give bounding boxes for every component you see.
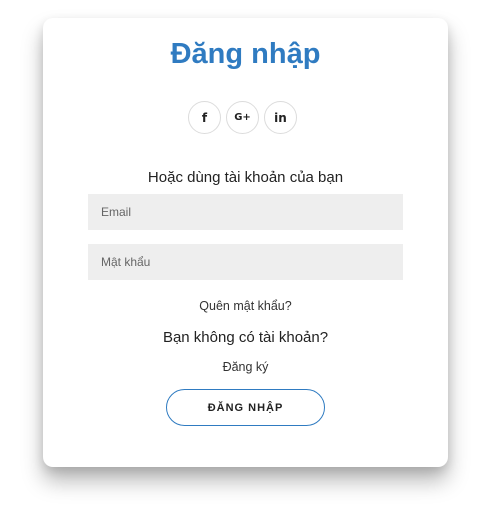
- social-login-group: f G+ in: [188, 101, 304, 135]
- google-plus-button[interactable]: G+: [226, 101, 259, 134]
- alternative-login-text: Hoặc dùng tài khoản của bạn: [147, 169, 344, 186]
- linkedin-icon: in: [274, 110, 287, 125]
- linkedin-button[interactable]: in: [264, 101, 297, 134]
- email-field[interactable]: [88, 194, 403, 230]
- google-plus-icon: G+: [234, 112, 251, 123]
- login-card: Đăng nhập f G+ in Hoặc dùng tài khoản củ…: [43, 18, 448, 467]
- facebook-icon: f: [201, 110, 208, 125]
- facebook-button[interactable]: f: [188, 101, 221, 134]
- register-link[interactable]: Đăng ký: [43, 360, 448, 374]
- no-account-text: Bạn không có tài khoản?: [162, 329, 329, 346]
- login-button[interactable]: ĐĂNG NHẬP: [166, 389, 325, 426]
- page-title: Đăng nhập: [170, 38, 321, 70]
- forgot-password-link[interactable]: Quên mật khẩu?: [43, 299, 448, 313]
- password-field[interactable]: [88, 244, 403, 280]
